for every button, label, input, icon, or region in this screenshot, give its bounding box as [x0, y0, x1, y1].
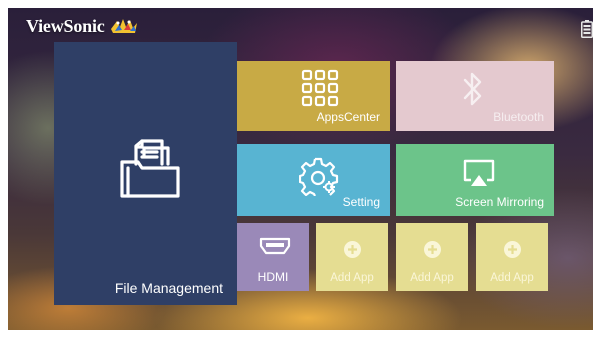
- screen-mirroring-icon: [463, 159, 495, 186]
- tile-apps-center[interactable]: AppsCenter: [237, 61, 390, 131]
- tile-label-setting: Setting: [342, 195, 380, 209]
- tile-label-screen-mirroring: Screen Mirroring: [455, 195, 544, 209]
- apps-grid-icon: [301, 69, 339, 107]
- viewsonic-logo: ViewSonic: [26, 13, 139, 39]
- tile-label-add-app: Add App: [410, 272, 454, 284]
- tile-label-bluetooth: Bluetooth: [493, 110, 544, 124]
- tile-setting[interactable]: Setting: [237, 144, 390, 216]
- tile-add-app[interactable]: Add App: [316, 223, 388, 291]
- birds-logo-icon: [110, 19, 137, 33]
- tile-label-apps-center: AppsCenter: [316, 110, 380, 124]
- folder-files-icon: [120, 139, 180, 198]
- gear-icon: [299, 157, 339, 196]
- projector-home-screen: ViewSonic File Management AppsCenter Blu…: [8, 8, 593, 330]
- plus-circle-icon: [504, 241, 521, 258]
- tile-screen-mirroring[interactable]: Screen Mirroring: [396, 144, 554, 216]
- tile-label-add-app: Add App: [330, 272, 374, 284]
- brand-name: ViewSonic: [26, 15, 105, 36]
- tile-label-file-management: File Management: [114, 280, 223, 296]
- tile-hdmi[interactable]: HDMI: [237, 223, 309, 291]
- tile-label-hdmi: HDMI: [257, 270, 289, 284]
- tile-label-add-app: Add App: [490, 272, 534, 284]
- tile-bluetooth[interactable]: Bluetooth: [396, 61, 554, 131]
- plus-circle-icon: [344, 241, 361, 258]
- tile-file-management[interactable]: File Management: [54, 42, 237, 305]
- tile-add-app[interactable]: Add App: [476, 223, 548, 291]
- bluetooth-icon: [463, 72, 482, 106]
- tile-add-app[interactable]: Add App: [396, 223, 468, 291]
- hdmi-icon: [259, 237, 291, 255]
- plus-circle-icon: [424, 241, 441, 258]
- battery-icon: [581, 20, 593, 38]
